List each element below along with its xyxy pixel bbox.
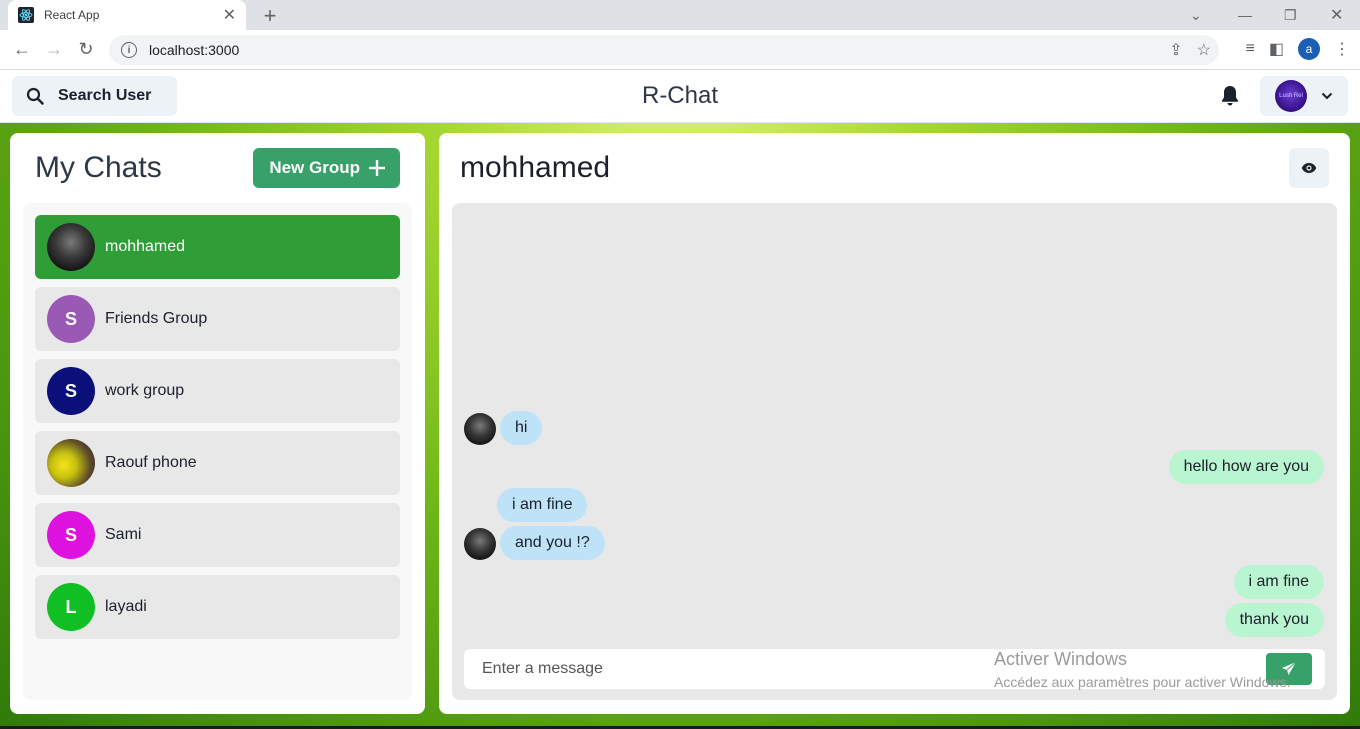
chat-item[interactable]: S work group — [35, 359, 400, 423]
bookmark-star-icon[interactable]: ☆ — [1197, 40, 1211, 60]
user-avatar: Lush Rel — [1275, 80, 1307, 112]
panels: My Chats New Group mohhamed S Friends Gr… — [10, 133, 1350, 714]
address-bar[interactable]: i localhost:3000 ⇪ ☆ — [109, 35, 1219, 65]
chat-list: mohhamed S Friends Group S work group Ra… — [23, 203, 412, 700]
restore-icon[interactable]: ❐ — [1284, 0, 1297, 30]
search-user-label: Search User — [58, 87, 152, 104]
chat-item[interactable]: Raouf phone — [35, 431, 400, 495]
media-control-icon[interactable]: ≡ — [1246, 40, 1255, 58]
chat-avatar: S — [47, 295, 95, 343]
reload-icon[interactable]: ↻ — [70, 39, 102, 60]
chat-panel: mohhamed hi hello how are you i am fine … — [439, 133, 1350, 714]
send-button[interactable] — [1266, 653, 1312, 685]
bell-icon[interactable] — [1220, 85, 1240, 107]
new-group-button[interactable]: New Group — [253, 148, 400, 188]
my-chats-title: My Chats — [35, 151, 162, 184]
search-icon — [26, 87, 44, 105]
eye-icon — [1301, 163, 1317, 173]
chat-avatar: S — [47, 367, 95, 415]
tab-search-icon[interactable]: ⌄ — [1190, 0, 1202, 30]
chat-item-name: Friends Group — [105, 310, 208, 327]
chat-title: mohhamed — [460, 151, 611, 184]
message-bubble: hi — [500, 411, 543, 445]
forward-icon[interactable]: → — [38, 39, 70, 60]
user-menu-button[interactable]: Lush Rel — [1260, 76, 1348, 116]
send-icon — [1282, 661, 1297, 675]
sender-avatar — [464, 528, 496, 560]
close-window-icon[interactable]: ✕ — [1330, 0, 1343, 30]
share-icon[interactable]: ⇪ — [1169, 40, 1182, 60]
side-panel-icon[interactable]: ◧ — [1269, 39, 1284, 59]
chat-avatar: L — [47, 583, 95, 631]
close-tab-icon[interactable]: ✕ — [223, 5, 236, 25]
new-group-label: New Group — [269, 158, 360, 177]
browser-tab-bar: React App ✕ + ⌄ — ❐ ✕ — [0, 0, 1360, 30]
message-bubble: i am fine — [1233, 565, 1324, 599]
back-icon[interactable]: ← — [6, 39, 38, 60]
chat-avatar — [47, 223, 95, 271]
chat-avatar — [47, 439, 95, 487]
minimize-icon[interactable]: — — [1238, 0, 1252, 30]
app-header: Search User R-Chat Lush Rel — [0, 70, 1360, 123]
app-root: Search User R-Chat Lush Rel My Chats New… — [0, 70, 1360, 729]
chat-item-name: Sami — [105, 526, 142, 543]
chat-item[interactable]: S Sami — [35, 503, 400, 567]
app-title: R-Chat — [641, 82, 719, 109]
tab-title: React App — [44, 8, 100, 22]
sender-avatar — [464, 413, 496, 445]
chat-item-name: mohhamed — [105, 238, 186, 255]
browser-toolbar: ← → ↻ i localhost:3000 ⇪ ☆ ≡ ◧ a ⋮ — [0, 30, 1360, 70]
message-bubble: and you !? — [500, 526, 605, 560]
chevron-down-icon — [1321, 92, 1333, 100]
message-bubble: i am fine — [497, 488, 588, 522]
browser-menu-icon[interactable]: ⋮ — [1334, 39, 1350, 59]
message-bubble: hello how are you — [1168, 450, 1324, 484]
message-input-row — [464, 649, 1325, 689]
view-profile-button[interactable] — [1289, 148, 1329, 188]
search-user-button[interactable]: Search User — [12, 76, 177, 116]
chat-item-name: layadi — [105, 598, 147, 615]
chat-item[interactable]: L layadi — [35, 575, 400, 639]
browser-tab[interactable]: React App ✕ — [8, 0, 246, 30]
my-chats-panel: My Chats New Group mohhamed S Friends Gr… — [10, 133, 425, 714]
url-text: localhost:3000 — [149, 42, 240, 58]
message-input[interactable] — [482, 660, 1242, 678]
chat-item-name: work group — [105, 382, 185, 399]
site-info-icon[interactable]: i — [121, 42, 137, 58]
chat-item[interactable]: mohhamed — [35, 215, 400, 279]
messages-area: hi hello how are you i am fine and you !… — [452, 203, 1337, 700]
chat-avatar: S — [47, 511, 95, 559]
message-bubble: thank you — [1224, 603, 1324, 637]
new-tab-icon[interactable]: + — [258, 3, 282, 29]
chat-item-name: Raouf phone — [105, 454, 197, 471]
profile-avatar[interactable]: a — [1298, 38, 1320, 60]
react-icon — [18, 7, 34, 23]
chat-item[interactable]: S Friends Group — [35, 287, 400, 351]
plus-icon — [369, 160, 385, 176]
